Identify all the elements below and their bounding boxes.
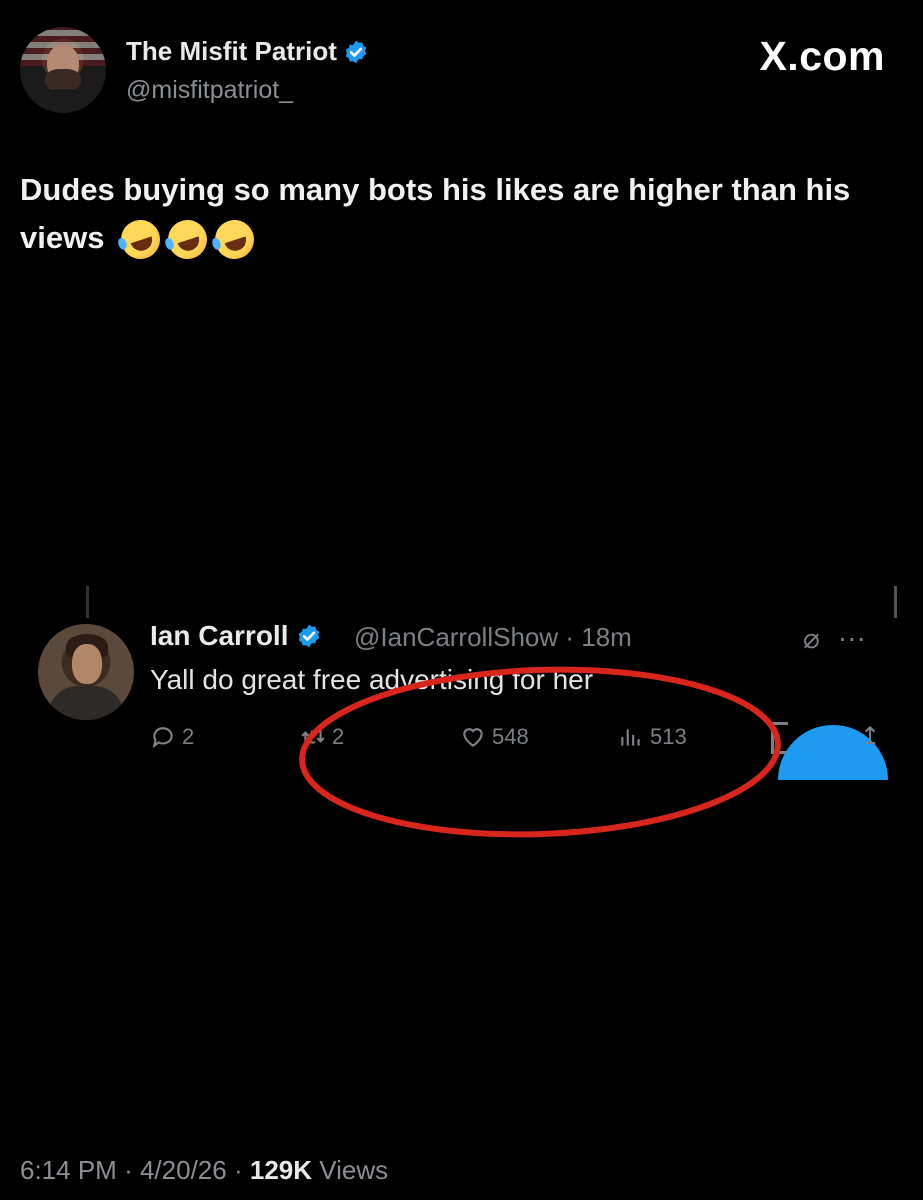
rofl-emoji-icon [210,215,260,265]
share-icon: ↥ [860,723,881,750]
embedded-name-row: Ian Carroll [150,620,322,652]
tweet-time[interactable]: 6:14 PM [20,1155,117,1185]
embedded-avatar [38,624,134,720]
embedded-display-name: Ian Carroll [150,620,289,651]
scroll-indicator [894,586,897,618]
reply-icon [152,727,173,749]
embedded-verified-badge-icon [299,624,320,648]
rofl-emoji-icon [163,215,213,265]
embedded-handle-time: @IanCarrollShow · 18m [354,622,632,652]
thread-line [86,586,89,618]
emoji-group [116,215,260,265]
tweet-text: Dudes buying so many bots his likes are … [20,166,900,265]
tweet-date[interactable]: 4/20/26 [140,1155,227,1185]
tweet-meta: 6:14 PM · 4/20/26 · 129K Views [20,1155,388,1186]
red-circle-annotation [299,666,781,838]
author-avatar[interactable] [20,27,106,113]
rofl-emoji-icon [116,215,166,265]
verified-badge-icon [345,40,367,63]
tweet-views-label: Views [319,1155,389,1185]
meta-separator: · [124,1155,133,1185]
embedded-header-icons: ⌀ ··· [803,622,866,655]
author-name-row[interactable]: The Misfit Patriot [126,36,369,67]
meta-separator: · [233,1155,243,1185]
x-com-watermark: X.com [759,33,885,79]
embedded-reply-action: 2 [150,724,194,750]
grok-icon: ⌀ [803,623,820,654]
more-options-icon: ··· [837,622,866,653]
author-handle[interactable]: @misfitpatriot_ [126,76,293,105]
reply-count: 2 [182,724,195,749]
author-display-name[interactable]: The Misfit Patriot [126,36,337,67]
tweet-views-count[interactable]: 129K [250,1155,312,1185]
